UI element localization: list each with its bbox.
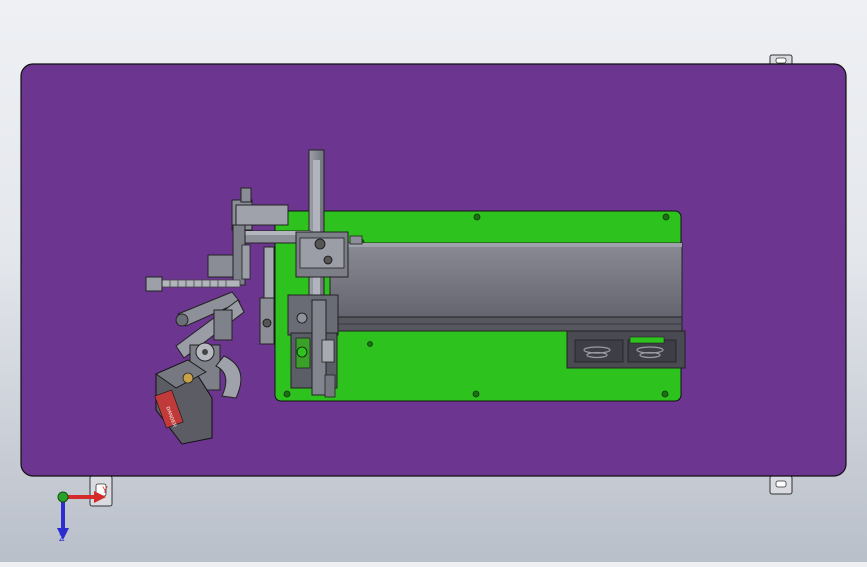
cad-viewport[interactable]: DANGER Y Z [0,0,867,562]
linear-module[interactable] [329,242,683,332]
mounting-tab-bottom-right [769,475,793,495]
triad-z-label: Z [59,533,65,543]
roller-carriage[interactable] [287,294,339,398]
triad-x-label: Y [102,485,108,495]
lead-screw [159,279,241,288]
y-axis-icon [57,491,69,503]
mounting-tab-bottom-left [89,475,113,507]
model-canvas[interactable]: DANGER Y Z [0,0,867,562]
motor-housing[interactable] [566,330,686,369]
